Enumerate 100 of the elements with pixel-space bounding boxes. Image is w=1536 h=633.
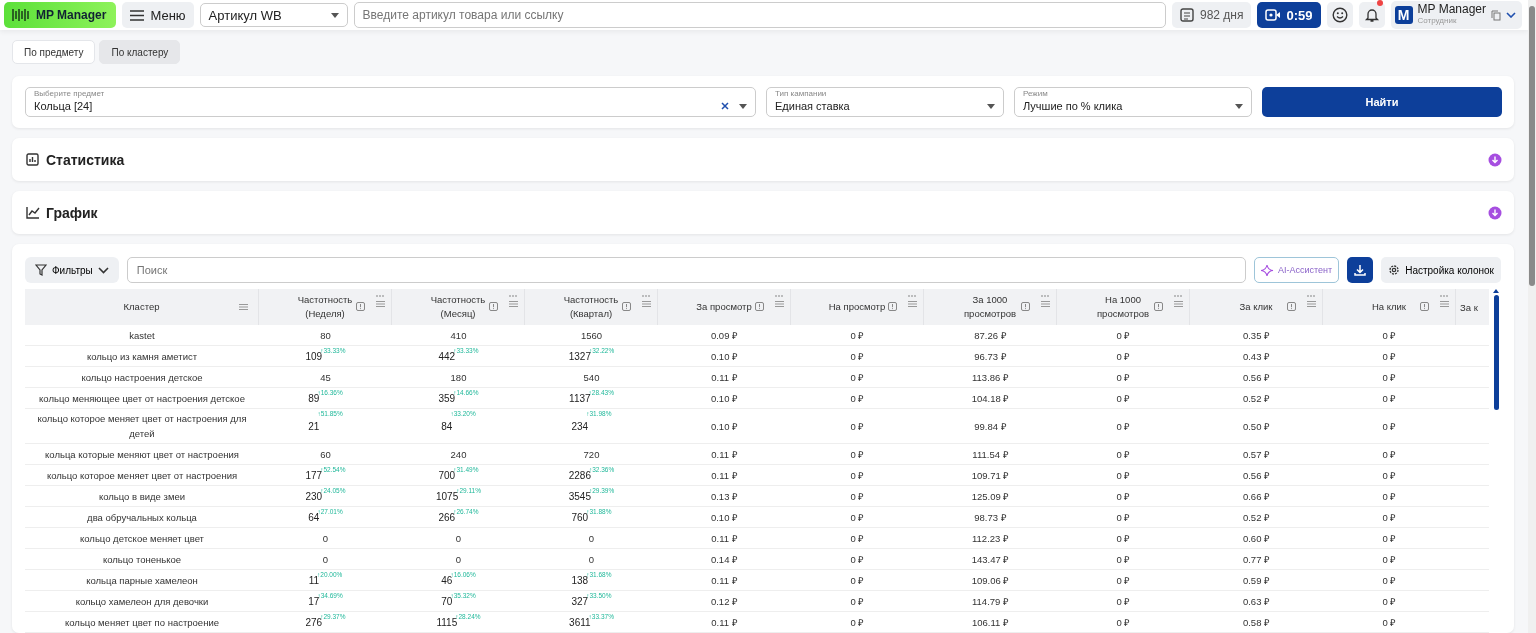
column-menu-icon[interactable]	[642, 301, 651, 307]
download-icon[interactable]	[1354, 264, 1367, 276]
smile-icon[interactable]	[1331, 7, 1348, 23]
info-icon	[1021, 302, 1030, 311]
table-cell-text: 720	[582, 447, 601, 462]
table-cell-text: 0.12 ₽	[709, 594, 740, 609]
table-cell-text: 0 ₽	[1381, 531, 1398, 546]
table-cell: 46	[441, 574, 453, 586]
info-icon	[888, 302, 897, 311]
tab[interactable]: По предмету	[12, 40, 96, 64]
table-cell-text: два обручальных кольца	[86, 510, 198, 525]
column-menu-icon[interactable]	[1307, 301, 1316, 307]
table-cell-text: 0 ₽	[1381, 349, 1398, 364]
search-field[interactable]: Введите артикул товара или ссылку	[353, 2, 1166, 28]
article-select[interactable]: Артикул WB	[199, 3, 348, 27]
table-cell-text: 0 ₽	[849, 615, 866, 630]
table-cell-text: 0 ₽	[849, 391, 866, 406]
table-cell-text: 0.43 ₽	[1241, 349, 1272, 364]
find-button[interactable]: Найти	[1262, 87, 1502, 117]
table-cell-text: 0.10 ₽	[709, 349, 740, 364]
table-cell-text: 0	[587, 552, 596, 567]
table-cell-text: 104.18 ₽	[970, 391, 1011, 406]
barcode-icon	[12, 8, 30, 22]
bell-icon[interactable]	[1363, 7, 1380, 23]
select-field[interactable]: Тип кампании Единая ставка	[766, 87, 1004, 117]
column-menu-icon[interactable]	[775, 301, 784, 307]
caret-icon	[1235, 103, 1243, 109]
caret-icon	[739, 103, 747, 109]
select-field[interactable]: Режим Лучшие по % клика	[1014, 87, 1252, 117]
table-cell: 230	[305, 490, 323, 502]
table-cell-text: 0 ₽	[1115, 328, 1132, 343]
column-menu-icon[interactable]	[1041, 301, 1050, 307]
table-cell: 700	[438, 469, 456, 481]
table-cell-text: 0.13 ₽	[709, 489, 740, 504]
filters-button[interactable]: Фильтры	[25, 257, 119, 283]
table-cell-text: 0 ₽	[849, 552, 866, 567]
table-cell-text: 540	[582, 370, 601, 385]
table-cell-text: 111.54 ₽	[971, 447, 1010, 462]
table-cell-text: 0.59 ₽	[1241, 573, 1272, 588]
table-cell-text: 0 ₽	[849, 328, 866, 343]
table-cell-text: 0 ₽	[1381, 594, 1398, 609]
table-cell-text: 180	[449, 370, 468, 385]
scroll-up-icon[interactable]	[1493, 289, 1499, 293]
table-cell-text: 45	[319, 370, 332, 385]
timer-button[interactable]: 0:59	[1257, 2, 1321, 28]
table-cell-text: 0	[454, 552, 463, 567]
table-cell-text: 143.47 ₽	[970, 552, 1011, 567]
table-cell-text: 109.06 ₽	[970, 573, 1011, 588]
table-cell-text: 0 ₽	[849, 531, 866, 546]
filter-icon	[35, 264, 47, 276]
column-menu-icon[interactable]	[239, 304, 248, 310]
table-cell-text: 0.56 ₽	[1241, 370, 1272, 385]
table-cell-text: 0 ₽	[849, 573, 866, 588]
clear-icon[interactable]	[721, 102, 729, 110]
expand-icon[interactable]	[1488, 152, 1502, 167]
info-icon	[1420, 302, 1429, 311]
collapsible-panel[interactable]: График	[12, 191, 1514, 234]
table-cell-text: 0 ₽	[1381, 391, 1398, 406]
select-field[interactable]: Выберите предмет Кольца [24]	[25, 87, 756, 117]
expand-icon[interactable]	[1488, 205, 1502, 220]
calendar-icon	[1180, 8, 1194, 22]
table-cell: 17	[308, 595, 320, 607]
column-menu-icon[interactable]	[376, 301, 385, 307]
menu-button[interactable]: Меню	[122, 2, 194, 28]
table-cell-text: 0 ₽	[1115, 615, 1132, 630]
column-menu-icon[interactable]	[509, 301, 518, 307]
table-cell-text: 0 ₽	[1381, 468, 1398, 483]
table-cell-text: 0 ₽	[1115, 447, 1132, 462]
table-cell-text: 0	[321, 531, 330, 546]
column-menu-icon[interactable]	[1440, 301, 1449, 307]
column-header[interactable]: За к	[1456, 289, 1489, 325]
table-cell: 327	[571, 595, 589, 607]
search-field[interactable]: Поиск	[126, 257, 1247, 283]
table-cell-text: 0 ₽	[1115, 419, 1132, 434]
table-cell-text: 0.11 ₽	[710, 468, 739, 483]
table-cell-text: 106.11 ₽	[971, 615, 1010, 630]
collapsible-panel[interactable]: Статистика	[12, 138, 1514, 181]
table-cell-text: 0 ₽	[849, 447, 866, 462]
table-cell: 64	[308, 511, 320, 523]
table-cell-text: 109.71 ₽	[970, 468, 1011, 483]
table-cell: 89	[308, 392, 320, 404]
ai-assistant-button[interactable]: AI-Ассистент	[1254, 257, 1340, 283]
user-name: MP Manager	[1417, 4, 1486, 15]
page-scrollbar[interactable]	[1528, 0, 1536, 633]
days-button[interactable]: 982 дня	[1172, 2, 1252, 28]
table-cell-text: 0 ₽	[1115, 391, 1132, 406]
table-cell-text: 125.09 ₽	[970, 489, 1011, 504]
logo-button[interactable]: MP Manager	[4, 2, 117, 28]
column-menu-icon[interactable]	[1174, 301, 1183, 307]
table-cell-text: 0.11 ₽	[710, 447, 739, 462]
table-cell-text: 0 ₽	[1381, 615, 1398, 630]
caret-icon	[987, 103, 995, 109]
table-cell: 177	[305, 469, 323, 481]
column-settings-button[interactable]: Настройка колонок	[1381, 257, 1501, 283]
tab[interactable]: По кластеру	[99, 40, 181, 64]
column-menu-icon[interactable]	[908, 301, 917, 307]
table-cell-text: кольцо которое меняет цвет от настроения	[45, 468, 239, 483]
table-cell-text: 0 ₽	[849, 419, 866, 434]
table-cell-text: 0.10 ₽	[709, 510, 740, 525]
table-cell-text: кольцо хамелеон для девочки	[74, 594, 210, 609]
